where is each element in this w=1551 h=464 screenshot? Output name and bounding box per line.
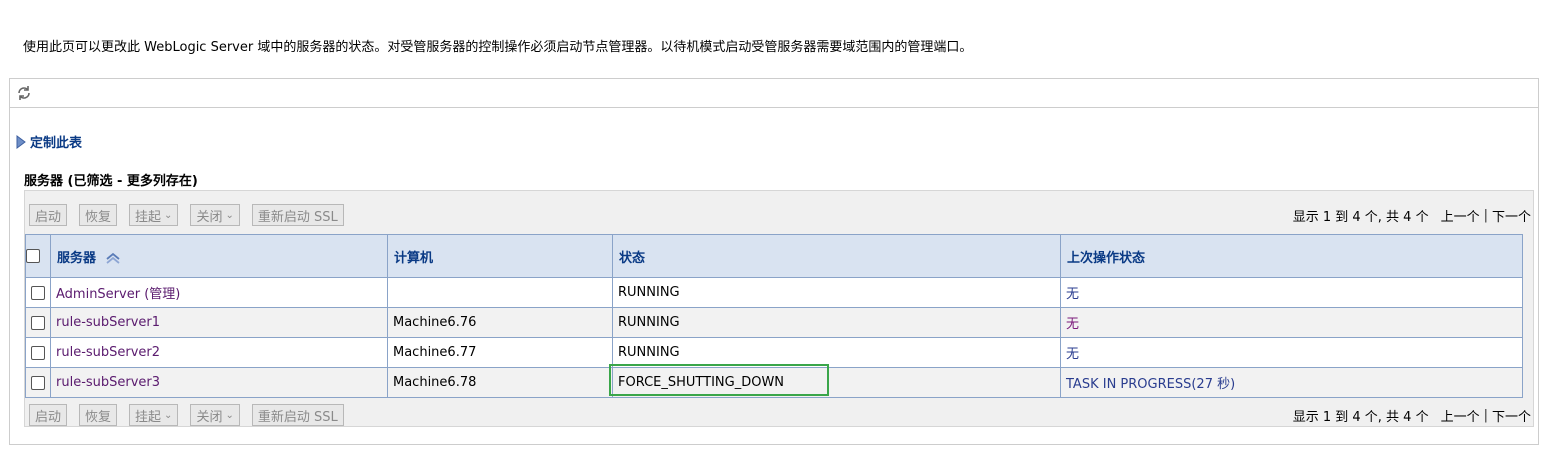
top-toolbar: 启动 恢复 挂起 ⌄ 关闭 ⌄ 重新启动 SSL (29, 203, 356, 227)
expand-triangle-icon (16, 134, 26, 149)
row-select-cell (25, 367, 51, 398)
last-action-link[interactable]: TASK IN PROGRESS(27 秒) (1066, 377, 1235, 392)
last-action-link[interactable]: 无 (1066, 347, 1079, 362)
last-action-link[interactable]: 无 (1066, 317, 1079, 332)
resume-button[interactable]: 恢复 (79, 204, 118, 226)
table-title: 服务器 (已筛选 - 更多列存在) (24, 174, 198, 189)
suspend-label: 挂起 (135, 409, 162, 425)
state-cell: FORCE_SHUTTING_DOWN (612, 367, 1061, 398)
restart-ssl-button[interactable]: 重新启动 SSL (251, 204, 344, 226)
customize-table-label: 定制此表 (30, 136, 83, 151)
last-action-cell: 无 (1060, 307, 1523, 338)
refresh-icon[interactable] (15, 84, 33, 102)
last-action-cell: 无 (1060, 337, 1523, 368)
page-description: 使用此页可以更改此 WebLogic Server 域中的服务器的状态。对受管服… (23, 40, 973, 55)
server-cell: rule-subServer1 (50, 307, 388, 338)
customize-table-link[interactable]: 定制此表 (16, 132, 82, 151)
servers-panel: 定制此表 服务器 (已筛选 - 更多列存在) 启动 恢复 挂起 ⌄ 关闭 ⌄ 重新启… (9, 78, 1539, 445)
shutdown-label: 关闭 (196, 209, 223, 225)
record-count: 显示 1 到 4 个, 共 4 个 (1292, 409, 1429, 425)
column-header-server-label: 服务器 (57, 250, 97, 266)
table-row: rule-subServer3 Machine6.78 FORCE_SHUTTI… (25, 367, 1523, 398)
table-row: AdminServer (管理) RUNNING 无 (25, 277, 1523, 308)
machine-cell: Machine6.77 (387, 337, 613, 368)
chevron-down-icon: ⌄ (225, 209, 234, 221)
server-link[interactable]: rule-subServer2 (56, 345, 160, 360)
row-select-cell (25, 277, 51, 308)
start-button[interactable]: 启动 (29, 404, 68, 426)
last-action-link[interactable]: 无 (1066, 287, 1079, 302)
state-cell: RUNNING (612, 337, 1061, 368)
last-action-cell: 无 (1060, 277, 1523, 308)
state-cell: RUNNING (612, 307, 1061, 338)
select-all-checkbox[interactable] (26, 249, 40, 263)
state-cell: RUNNING (612, 277, 1061, 308)
server-cell: AdminServer (管理) (50, 277, 388, 308)
shutdown-button[interactable]: 关闭 ⌄ (190, 204, 240, 226)
row-select-cell (25, 337, 51, 368)
suspend-button[interactable]: 挂起 ⌄ (129, 204, 179, 226)
next-page-link[interactable]: 下一个 (1492, 406, 1531, 425)
machine-cell (387, 277, 613, 308)
machine-cell: Machine6.76 (387, 307, 613, 338)
bottom-pager: 显示 1 到 4 个, 共 4 个 上一个 | 下一个 (1293, 403, 1531, 427)
last-action-cell: TASK IN PROGRESS(27 秒) (1060, 367, 1523, 398)
pager-separator: | (1483, 207, 1488, 223)
server-cell: rule-subServer2 (50, 337, 388, 368)
column-header-last-action[interactable]: 上次操作状态 (1060, 234, 1523, 278)
machine-cell: Machine6.78 (387, 367, 613, 398)
shutdown-label: 关闭 (196, 409, 223, 425)
pager-separator: | (1483, 407, 1488, 423)
row-checkbox[interactable] (31, 345, 45, 360)
next-page-link[interactable]: 下一个 (1492, 206, 1531, 225)
column-header-state[interactable]: 状态 (612, 234, 1061, 278)
chevron-down-icon: ⌄ (225, 409, 234, 421)
column-header-machine[interactable]: 计算机 (387, 234, 613, 278)
suspend-button[interactable]: 挂起 ⌄ (129, 404, 179, 426)
table-row: rule-subServer1 Machine6.76 RUNNING 无 (25, 307, 1523, 338)
refresh-bar (10, 79, 1538, 108)
row-checkbox[interactable] (31, 375, 45, 390)
restart-ssl-button[interactable]: 重新启动 SSL (251, 404, 344, 426)
resume-button[interactable]: 恢复 (79, 404, 118, 426)
servers-table: 服务器 计算机 状态 上次操作状态 AdminServer (管理) RUNNI… (25, 234, 1523, 398)
server-cell: rule-subServer3 (50, 367, 388, 398)
bottom-toolbar: 启动 恢复 挂起 ⌄ 关闭 ⌄ 重新启动 SSL (29, 403, 356, 427)
server-link[interactable]: rule-subServer3 (56, 375, 160, 390)
server-link[interactable]: AdminServer (管理) (56, 287, 180, 302)
shutdown-button[interactable]: 关闭 ⌄ (190, 404, 240, 426)
row-checkbox[interactable] (31, 315, 45, 330)
column-header-server[interactable]: 服务器 (50, 234, 388, 278)
select-all-cell (25, 234, 51, 278)
table-header-row: 服务器 计算机 状态 上次操作状态 (25, 234, 1523, 278)
row-select-cell (25, 307, 51, 338)
server-link[interactable]: rule-subServer1 (56, 315, 160, 330)
top-pager: 显示 1 到 4 个, 共 4 个 上一个 | 下一个 (1293, 203, 1531, 227)
servers-table-frame: 启动 恢复 挂起 ⌄ 关闭 ⌄ 重新启动 SSL 显示 1 到 4 个, 共 4 个… (24, 190, 1534, 427)
sort-ascending-icon[interactable] (105, 252, 121, 264)
start-button[interactable]: 启动 (29, 204, 68, 226)
chevron-down-icon: ⌄ (164, 409, 173, 421)
suspend-label: 挂起 (135, 209, 162, 225)
prev-page-link[interactable]: 上一个 (1441, 206, 1480, 225)
prev-page-link[interactable]: 上一个 (1441, 406, 1480, 425)
record-count: 显示 1 到 4 个, 共 4 个 (1292, 209, 1429, 225)
row-checkbox[interactable] (31, 285, 45, 300)
table-row: rule-subServer2 Machine6.77 RUNNING 无 (25, 337, 1523, 368)
chevron-down-icon: ⌄ (164, 209, 173, 221)
